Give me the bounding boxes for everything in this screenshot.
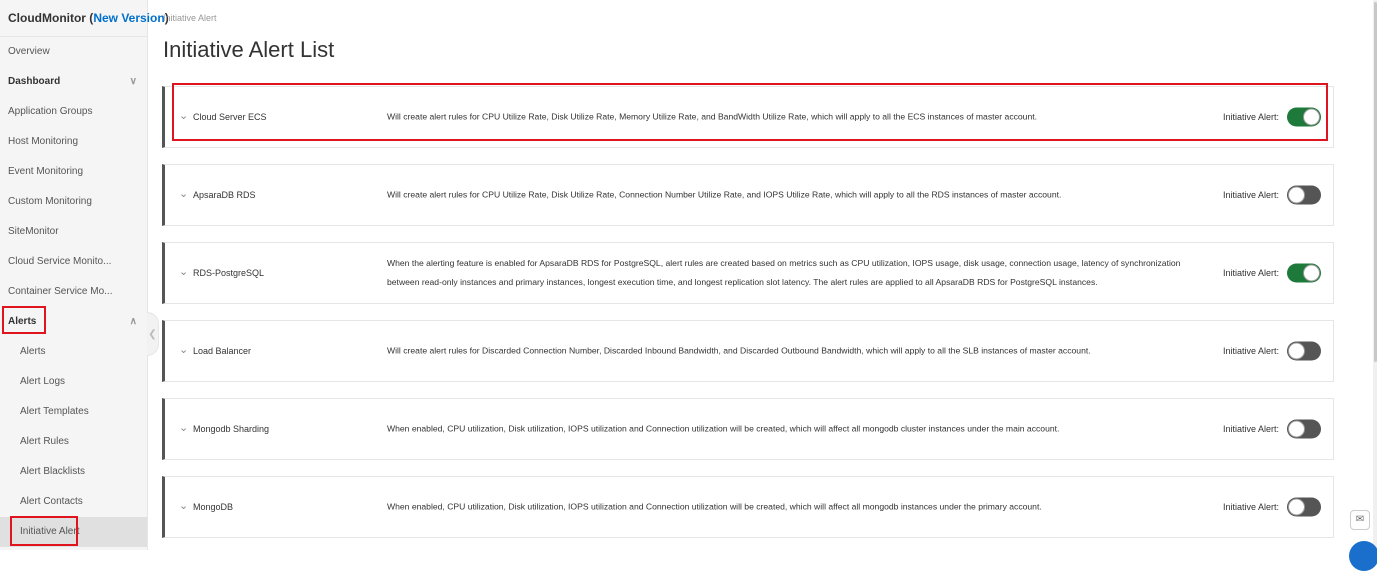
initiative-alert-label: Initiative Alert: <box>1223 424 1280 434</box>
sidebar-item-label: SiteMonitor <box>8 226 59 237</box>
chevron-down-icon[interactable]: ⌄ <box>179 421 188 434</box>
card-description: When enabled, CPU utilization, Disk util… <box>387 423 1060 434</box>
scrollbar-track[interactable] <box>1373 0 1377 550</box>
alert-card-rds[interactable]: ⌄ ApsaraDB RDS Will create alert rules f… <box>162 164 1334 226</box>
sidebar-subitem-alert-blacklists[interactable]: Alert Blacklists <box>0 457 147 487</box>
initiative-alert-toggle[interactable] <box>1287 263 1321 283</box>
sidebar-item-label: Container Service Mo... <box>8 286 113 297</box>
sidebar-item-label: Dashboard <box>8 76 61 87</box>
sidebar-item-event-monitoring[interactable]: Event Monitoring <box>0 157 147 187</box>
initiative-alert-label: Initiative Alert: <box>1223 190 1280 200</box>
sidebar-subitem-alert-rules[interactable]: Alert Rules <box>0 427 147 457</box>
breadcrumb[interactable]: Initiative Alert <box>163 13 217 23</box>
toggle-knob <box>1288 498 1305 516</box>
card-name: ApsaraDB RDS <box>193 190 256 200</box>
chevron-down-icon[interactable]: ⌄ <box>179 109 188 122</box>
sidebar-item-label: Overview <box>8 46 50 57</box>
alert-card-load-balancer[interactable]: ⌄ Load Balancer Will create alert rules … <box>162 320 1334 382</box>
sidebar-subitem-alert-logs[interactable]: Alert Logs <box>0 367 147 397</box>
card-name: Mongodb Sharding <box>193 424 270 434</box>
sidebar-item-sitemonitor[interactable]: SiteMonitor <box>0 217 147 247</box>
initiative-alert-label: Initiative Alert: <box>1223 502 1280 512</box>
card-name: RDS-PostgreSQL <box>193 268 265 278</box>
page-title: Initiative Alert List <box>163 37 335 62</box>
sidebar-item-alerts-group[interactable]: Alerts ∧ <box>0 307 147 337</box>
sidebar-item-label: Application Groups <box>8 106 93 117</box>
sidebar-item-label: Host Monitoring <box>8 136 79 147</box>
sidebar-item-custom-monitoring[interactable]: Custom Monitoring <box>0 187 147 217</box>
alert-card-ecs[interactable]: ⌄ Cloud Server ECS Will create alert rul… <box>162 86 1334 148</box>
sidebar-subitem-alert-templates[interactable]: Alert Templates <box>0 397 147 427</box>
sidebar-item-host-monitoring[interactable]: Host Monitoring <box>0 127 147 157</box>
toggle-knob <box>1288 186 1305 204</box>
initiative-alert-label: Initiative Alert: <box>1223 268 1280 278</box>
initiative-alert-toggle[interactable] <box>1287 107 1321 127</box>
sidebar-item-label: Cloud Service Monito... <box>8 256 112 267</box>
initiative-alert-toggle[interactable] <box>1287 185 1321 205</box>
sidebar-subitem-alerts[interactable]: Alerts <box>0 337 147 367</box>
sidebar-item-application-groups[interactable]: Application Groups <box>0 97 147 127</box>
sidebar-title: CloudMonitor (New Version) <box>0 0 169 37</box>
sidebar-item-label: Alert Rules <box>20 436 69 447</box>
sidebar-item-label: Event Monitoring <box>8 166 84 177</box>
initiative-alert-toggle[interactable] <box>1287 341 1321 361</box>
sidebar-item-label: Alert Templates <box>20 406 89 417</box>
sidebar-item-overview[interactable]: Overview <box>0 37 147 67</box>
toggle-knob <box>1288 420 1305 438</box>
sidebar-item-label: Alert Blacklists <box>20 466 86 477</box>
main-content: Initiative Alert Initiative Alert List ⌄… <box>148 0 1377 550</box>
card-description: When enabled, CPU utilization, Disk util… <box>387 501 1042 512</box>
sidebar-item-label: Alerts <box>8 316 37 327</box>
chevron-down-icon: ∨ <box>129 76 137 87</box>
toggle-knob <box>1303 108 1320 126</box>
card-description: Will create alert rules for Discarded Co… <box>387 345 1091 356</box>
card-description: Will create alert rules for CPU Utilize … <box>387 189 1062 200</box>
sidebar-subitem-initiative-alert[interactable]: Initiative Alert <box>0 517 147 547</box>
card-description: Will create alert rules for CPU Utilize … <box>387 111 1038 122</box>
sidebar-item-label: Custom Monitoring <box>8 196 92 207</box>
sidebar-item-label: Alerts <box>20 346 46 357</box>
sidebar: CloudMonitor (New Version) Overview Dash… <box>0 0 169 550</box>
initiative-alert-label: Initiative Alert: <box>1223 112 1280 122</box>
sidebar-item-label: Alert Logs <box>20 376 66 387</box>
card-name: MongoDB <box>193 502 234 512</box>
chat-icon[interactable]: ✉ <box>1350 510 1370 530</box>
sidebar-item-label: Initiative Alert <box>20 526 80 537</box>
initiative-alert-toggle[interactable] <box>1287 497 1321 517</box>
sidebar-item-cloud-service-monitoring[interactable]: Cloud Service Monito... <box>0 247 147 277</box>
chevron-down-icon[interactable]: ⌄ <box>179 343 188 356</box>
sidebar-subitem-alert-contacts[interactable]: Alert Contacts <box>0 487 147 517</box>
chevron-down-icon[interactable]: ⌄ <box>179 187 188 200</box>
alert-card-mongodb[interactable]: ⌄ MongoDB When enabled, CPU utilization,… <box>162 476 1334 538</box>
chevron-up-icon: ∧ <box>129 316 137 327</box>
toggle-knob <box>1288 342 1305 360</box>
help-button[interactable] <box>1349 541 1377 571</box>
sidebar-title-text: CloudMonitor ( <box>8 11 94 25</box>
sidebar-item-label: Alert Contacts <box>20 496 83 507</box>
chevron-down-icon[interactable]: ⌄ <box>179 499 188 512</box>
sidebar-item-dashboard[interactable]: Dashboard ∨ <box>0 67 147 97</box>
card-name: Cloud Server ECS <box>193 112 267 122</box>
sidebar-item-container-service-monitoring[interactable]: Container Service Mo... <box>0 277 147 307</box>
initiative-alert-toggle[interactable] <box>1287 419 1321 439</box>
chevron-down-icon[interactable]: ⌄ <box>179 265 188 278</box>
alert-card-rds-postgresql[interactable]: ⌄ RDS-PostgreSQL When the alerting featu… <box>162 242 1334 304</box>
card-description: When the alerting feature is enabled for… <box>387 258 1181 287</box>
alert-card-mongodb-sharding[interactable]: ⌄ Mongodb Sharding When enabled, CPU uti… <box>162 398 1334 460</box>
toggle-knob <box>1303 264 1320 282</box>
card-name: Load Balancer <box>193 346 252 356</box>
initiative-alert-label: Initiative Alert: <box>1223 346 1280 356</box>
